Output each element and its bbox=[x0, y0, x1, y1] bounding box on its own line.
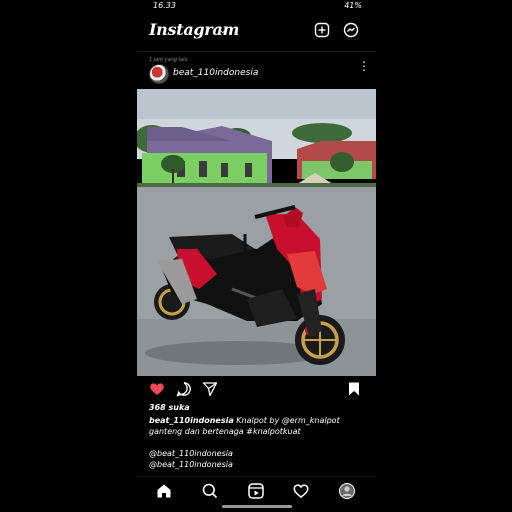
post-actions bbox=[137, 381, 376, 399]
send-icon[interactable] bbox=[202, 381, 218, 397]
comment-icon[interactable] bbox=[176, 381, 192, 397]
avatar[interactable] bbox=[149, 64, 169, 84]
reels-icon[interactable] bbox=[247, 482, 265, 500]
app-header: Instagram ⌄ 1 jam yang lalu bbox=[137, 14, 376, 63]
gesture-home-bar[interactable] bbox=[222, 505, 292, 508]
heart-filled-icon[interactable] bbox=[149, 381, 165, 397]
search-icon[interactable] bbox=[201, 482, 219, 500]
status-indicators: 41% bbox=[344, 1, 362, 10]
home-icon[interactable] bbox=[155, 482, 173, 500]
more-options-icon[interactable]: ⋮ bbox=[358, 60, 370, 72]
post-username[interactable]: beat_110indonesia bbox=[173, 68, 258, 78]
status-time: 16.33 bbox=[153, 1, 176, 10]
like-count[interactable]: 368 suka bbox=[149, 403, 190, 412]
chevron-down-icon[interactable]: ⌄ bbox=[219, 26, 227, 36]
phone-screen: 16.33 41% Instagram ⌄ 1 jam yang lalu be… bbox=[137, 0, 376, 512]
messenger-icon[interactable] bbox=[343, 22, 359, 38]
plus-square-icon[interactable] bbox=[314, 22, 330, 38]
caption-username[interactable]: beat_110indonesia bbox=[149, 416, 234, 425]
post-photo[interactable] bbox=[137, 89, 376, 376]
post-caption: beat_110indonesia Knalpot by @erm_knalpo… bbox=[149, 415, 369, 437]
comment-mention[interactable]: @beat_110indonesia bbox=[149, 460, 233, 469]
status-bar: 16.33 41% bbox=[137, 0, 376, 13]
post-header: beat_110indonesia ⋮ bbox=[137, 60, 376, 84]
battery-percent: 41% bbox=[344, 1, 362, 10]
divider bbox=[137, 51, 376, 52]
bookmark-icon[interactable] bbox=[346, 381, 362, 397]
comment-mention[interactable]: @beat_110indonesia bbox=[149, 449, 233, 458]
bottom-navigation bbox=[137, 476, 376, 505]
heart-icon[interactable] bbox=[292, 482, 310, 500]
profile-avatar[interactable] bbox=[338, 482, 356, 500]
